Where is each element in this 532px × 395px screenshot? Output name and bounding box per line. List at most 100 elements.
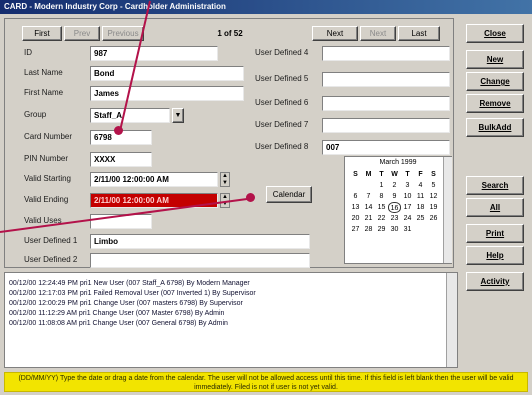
valid-starting-field[interactable]: 2/11/00 12:00:00 AM: [90, 172, 218, 187]
calendar-day[interactable]: 5: [427, 180, 440, 191]
calendar-day[interactable]: 18: [414, 202, 427, 213]
calendar-day[interactable]: 12: [427, 191, 440, 202]
calendar-day[interactable]: 23: [388, 213, 401, 224]
change-button[interactable]: Change: [466, 72, 524, 91]
calendar-weekday: S: [353, 171, 358, 178]
calendar-widget[interactable]: March 1999 S M T W T F S 1 2 3 4 5 6 7 8 9 10 11 12 13 14 15 1…: [344, 156, 452, 264]
calendar-day[interactable]: 28: [362, 224, 375, 235]
log-line: 00/12/00 12:24:49 PM pri1 New User (007 …: [9, 280, 250, 287]
next-button[interactable]: Next: [312, 26, 358, 41]
calendar-day[interactable]: 4: [414, 180, 427, 191]
calendar-day[interactable]: 22: [375, 213, 388, 224]
calendar-day[interactable]: 9: [388, 191, 401, 202]
last-name-field[interactable]: Bond: [90, 66, 244, 81]
calendar-day: [349, 235, 362, 246]
group-label: Group: [24, 110, 47, 119]
record-indicator: 1 of 52: [217, 29, 243, 38]
group-dropdown-button[interactable]: ▼: [172, 108, 184, 123]
calendar-grid: S M T W T F S 1 2 3 4 5 6 7 8 9 10 11 12 13 14 15 16 17 18 19 20 21…: [349, 169, 441, 246]
calendar-day[interactable]: 11: [414, 191, 427, 202]
calendar-day[interactable]: 8: [375, 191, 388, 202]
calendar-day[interactable]: 27: [349, 224, 362, 235]
user-defined-7-label: User Defined 7: [255, 120, 309, 129]
user-defined-1-field[interactable]: Limbo: [90, 234, 310, 249]
user-defined-2-field[interactable]: [90, 253, 310, 268]
calendar-day[interactable]: 7: [362, 191, 375, 202]
calendar-day[interactable]: 26: [427, 213, 440, 224]
calendar-day[interactable]: 17: [401, 202, 414, 213]
calendar-day[interactable]: 19: [427, 202, 440, 213]
bulk-add-button[interactable]: BulkAdd: [466, 118, 524, 137]
calendar-day[interactable]: 24: [401, 213, 414, 224]
calendar-day[interactable]: 1: [375, 180, 388, 191]
close-button[interactable]: Close: [466, 24, 524, 43]
calendar-button[interactable]: Calendar: [266, 186, 312, 203]
help-hint-bar: (DD/MM/YY) Type the date or drag a date …: [4, 372, 528, 392]
log-line: 00/12/00 12:00:29 PM pri1 Change User (0…: [9, 300, 243, 307]
group-select[interactable]: Staff_A: [90, 108, 170, 123]
calendar-weekday: S: [431, 171, 436, 178]
calendar-day[interactable]: 3: [401, 180, 414, 191]
calendar-weekday: T: [405, 171, 410, 178]
valid-starting-label: Valid Starting: [24, 174, 71, 183]
id-label: ID: [24, 48, 32, 57]
calendar-day[interactable]: 31: [401, 224, 414, 235]
calendar-day[interactable]: 30: [388, 224, 401, 235]
previous-button[interactable]: Previous: [102, 26, 144, 41]
user-defined-5-label: User Defined 5: [255, 74, 309, 83]
title-bar: CARD - Modern Industry Corp - Cardholder…: [0, 0, 532, 14]
user-defined-7-field[interactable]: [322, 118, 450, 133]
user-defined-2-label: User Defined 2: [24, 255, 78, 264]
spin-down-icon: ▼: [222, 180, 228, 186]
calendar-day: [349, 180, 362, 191]
remove-button[interactable]: Remove: [466, 94, 524, 113]
calendar-scrollbar[interactable]: [443, 157, 452, 263]
calendar-day[interactable]: 20: [349, 213, 362, 224]
user-defined-4-field[interactable]: [322, 46, 450, 61]
log-scrollbar[interactable]: [446, 273, 457, 367]
user-defined-1-label: User Defined 1: [24, 236, 78, 245]
all-button[interactable]: All: [466, 198, 524, 217]
calendar-day[interactable]: 10: [401, 191, 414, 202]
calendar-month-title: March 1999: [379, 159, 417, 166]
next-small-button[interactable]: Next: [360, 26, 396, 41]
new-button[interactable]: New: [466, 50, 524, 69]
calendar-day: [427, 224, 440, 235]
user-defined-6-label: User Defined 6: [255, 98, 309, 107]
user-defined-4-label: User Defined 4: [255, 48, 309, 57]
first-name-label: First Name: [24, 88, 64, 97]
calendar-day[interactable]: 25: [414, 213, 427, 224]
first-name-field[interactable]: James: [90, 86, 244, 101]
calendar-day[interactable]: 14: [362, 202, 375, 213]
window-title: CARD - Modern Industry Corp - Cardholder…: [4, 2, 226, 11]
calendar-day[interactable]: 13: [349, 202, 362, 213]
user-defined-6-field[interactable]: [322, 96, 450, 111]
calendar-day[interactable]: 21: [362, 213, 375, 224]
search-button[interactable]: Search: [466, 176, 524, 195]
annotation-dot: [114, 126, 123, 135]
calendar-day[interactable]: 15: [375, 202, 388, 213]
last-button[interactable]: Last: [398, 26, 440, 41]
pin-number-field[interactable]: XXXX: [90, 152, 152, 167]
calendar-day[interactable]: 16: [388, 202, 401, 213]
user-defined-8-label: User Defined 8: [255, 142, 309, 151]
log-line: 00/12/00 11:08:08 AM pri1 Change User (0…: [9, 320, 228, 327]
activity-button[interactable]: Activity: [466, 272, 524, 291]
activity-log[interactable]: 00/12/00 12:24:49 PM pri1 New User (007 …: [4, 272, 458, 368]
user-defined-5-field[interactable]: [322, 72, 450, 87]
calendar-weekday: M: [365, 171, 372, 178]
first-button[interactable]: First: [22, 26, 62, 41]
user-defined-8-field[interactable]: 007: [322, 140, 450, 155]
calendar-day: [362, 180, 375, 191]
id-field[interactable]: 987: [90, 46, 218, 61]
calendar-day: [414, 224, 427, 235]
prev-button[interactable]: Prev: [64, 26, 100, 41]
valid-starting-spinner[interactable]: ▲ ▼: [220, 172, 230, 187]
calendar-day[interactable]: 2: [388, 180, 401, 191]
calendar-day[interactable]: 6: [349, 191, 362, 202]
print-button[interactable]: Print: [466, 224, 524, 243]
calendar-day[interactable]: 29: [375, 224, 388, 235]
help-button[interactable]: Help: [466, 246, 524, 265]
valid-ending-label: Valid Ending: [24, 195, 69, 204]
calendar-weekday: T: [379, 171, 384, 178]
